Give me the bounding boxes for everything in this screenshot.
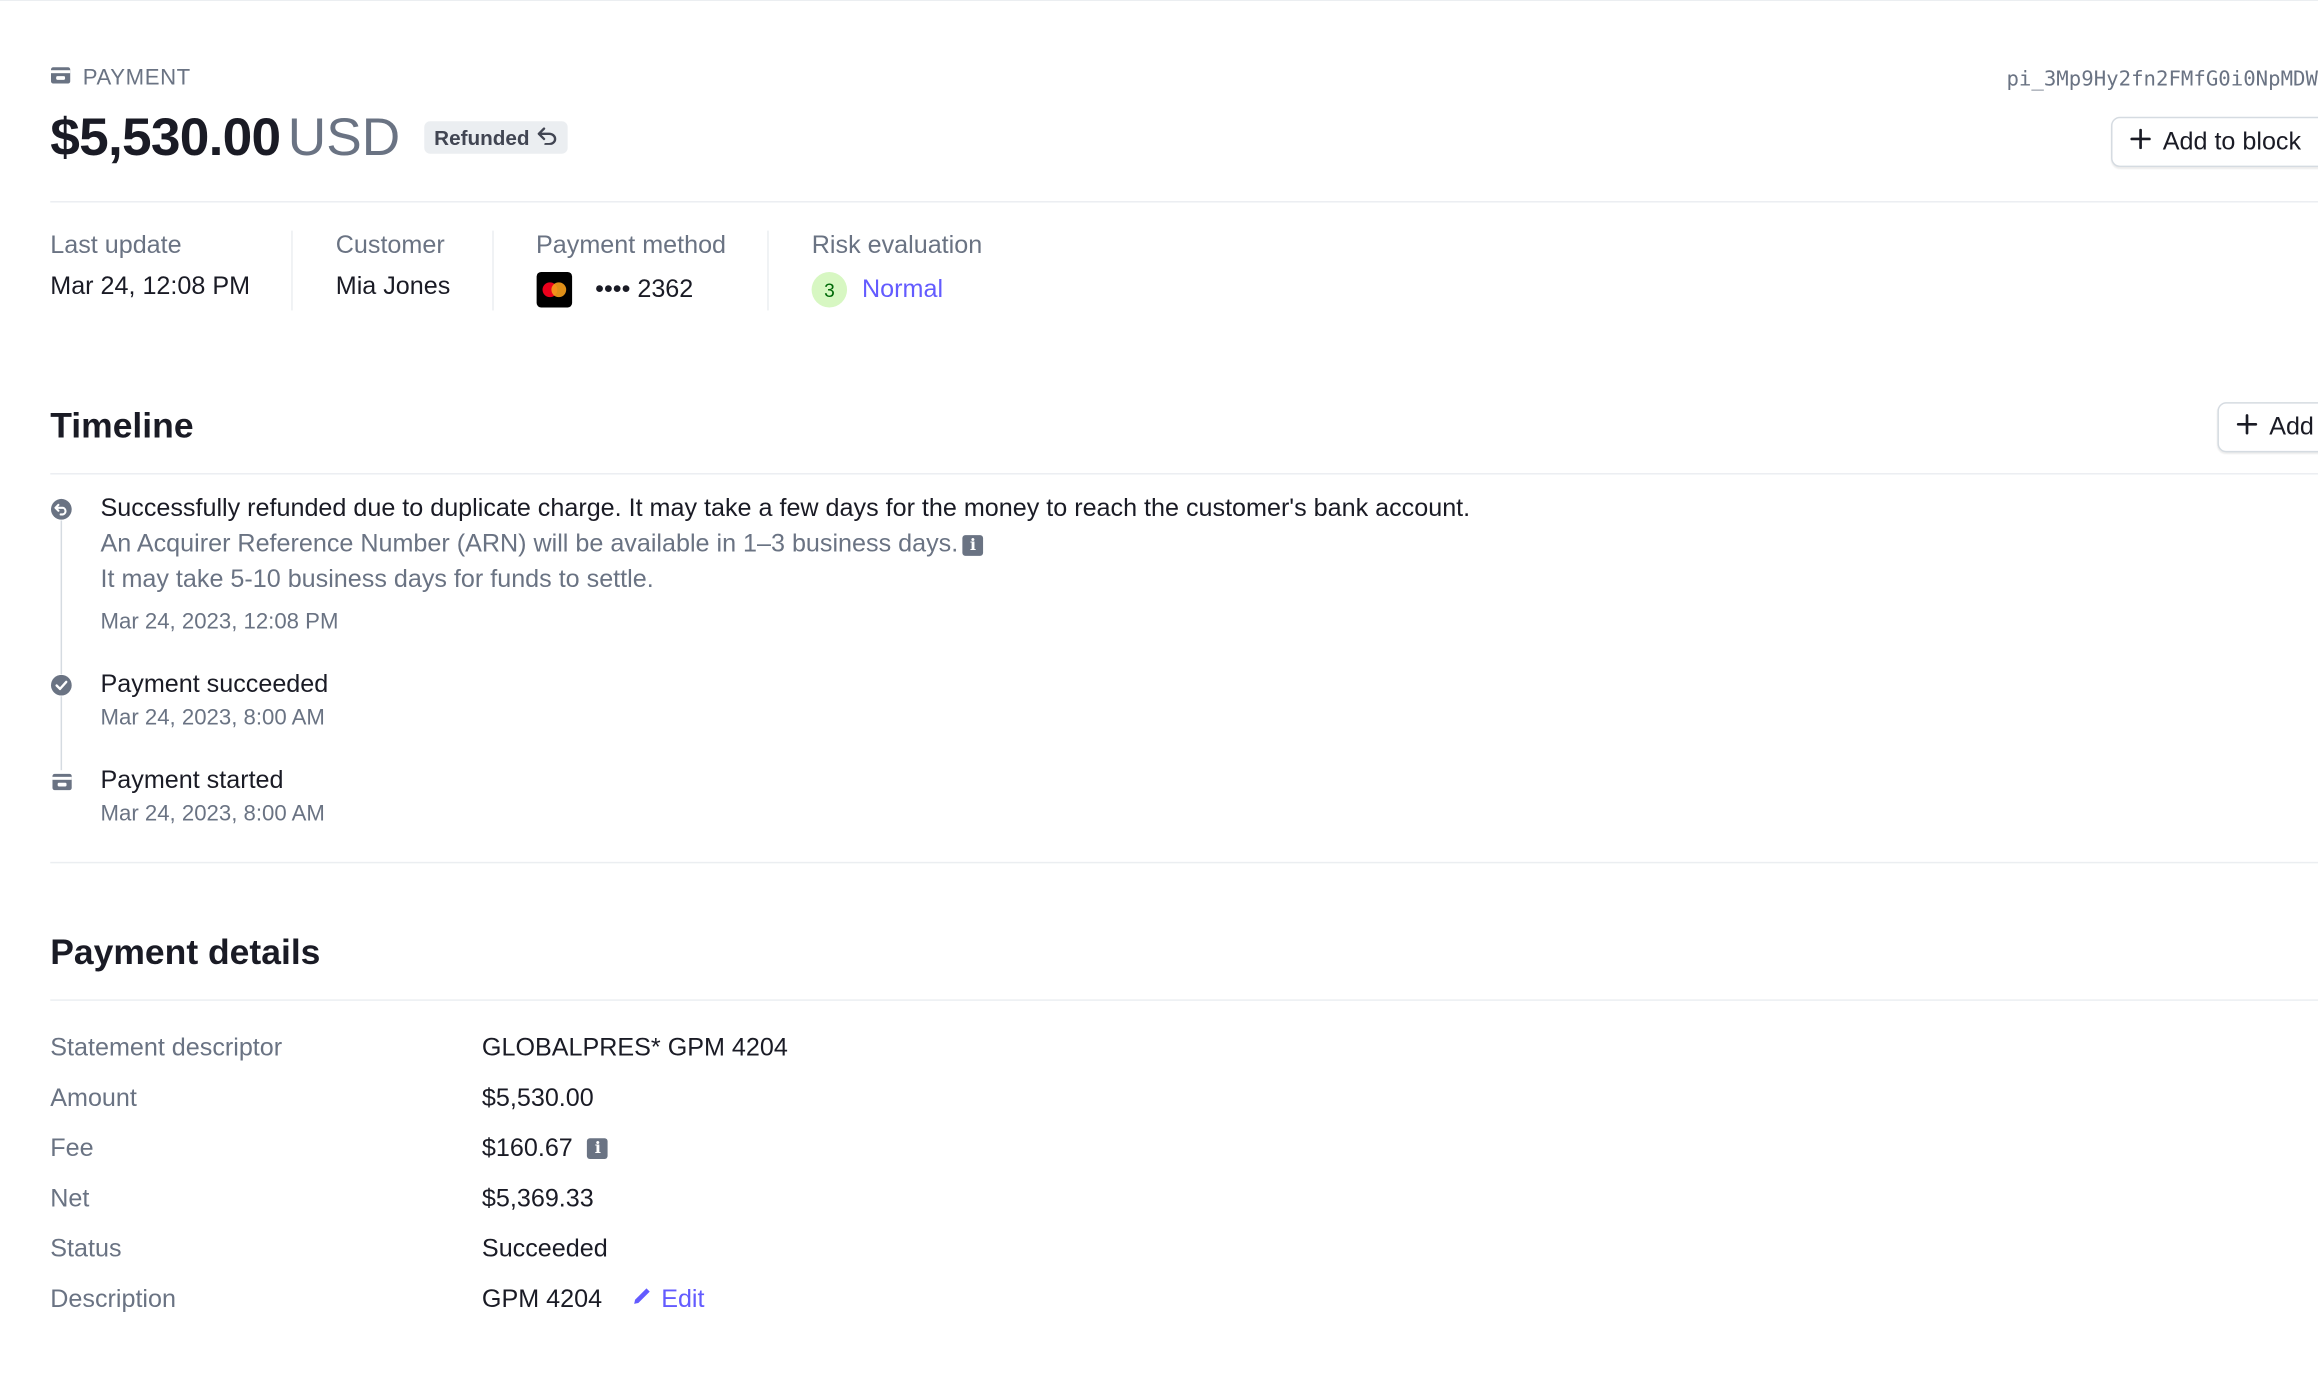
timeline-event-detail: It may take 5-10 business days for funds… (100, 564, 654, 593)
amount-label: Amount (50, 1083, 137, 1112)
info-icon[interactable]: i (587, 1138, 609, 1159)
description-label: Description (50, 1284, 176, 1313)
add-to-block-label: Add to block (2162, 127, 2302, 156)
pencil-icon (632, 1285, 654, 1315)
timeline-event-date: Mar 24, 2023, 8:00 AM (100, 705, 325, 731)
payment-page: PAYMENT pi_3Mp9Hy2fn2FMfG0i0NpMDW $5,530… (0, 0, 2318, 1394)
payment-content: PAYMENT pi_3Mp9Hy2fn2FMfG0i0NpMDW $5,530… (0, 0, 2318, 1387)
edit-label: Edit (661, 1284, 705, 1313)
status-badge-label: Refunded (434, 125, 530, 150)
header-divider (50, 201, 2318, 203)
refund-icon (50, 498, 73, 521)
timeline-connector (60, 520, 63, 781)
payment-summary: Last update Mar 24, 12:08 PM Customer Mi… (50, 230, 1066, 311)
edit-description-button[interactable]: Edit (632, 1285, 705, 1315)
last-update-value: Mar 24, 12:08 PM (50, 272, 251, 301)
timeline-event-detail: An Acquirer Reference Number (ARN) will … (101, 529, 984, 559)
description-row-value: GPM 4204 Edit (482, 1285, 705, 1315)
add-note-button[interactable]: Add (2217, 402, 2318, 453)
payment-method-value: •••• 2362 (536, 272, 726, 308)
net-label: Net (50, 1184, 90, 1213)
timeline-event-title: Payment started (100, 765, 284, 794)
timeline-end-divider (50, 861, 2318, 864)
customer-field: Customer Mia Jones (335, 230, 494, 311)
last-update-label: Last update (50, 230, 182, 259)
payment-icon (50, 65, 71, 90)
payment-kicker-label: PAYMENT (82, 65, 191, 91)
fee-row-value: $160.67 i (481, 1133, 609, 1164)
payment-method-field: Payment method •••• 2362 (536, 230, 769, 311)
add-note-label: Add (2269, 412, 2314, 441)
description-value: GPM 4204 (481, 1284, 603, 1313)
fee-value: $160.67 (481, 1133, 573, 1162)
payment-method-label: Payment method (536, 230, 727, 259)
status-label: Status (50, 1234, 122, 1263)
timeline-divider (50, 473, 2318, 475)
details-divider (50, 999, 2318, 1001)
timeline-event-title: Successfully refunded due to duplicate c… (100, 493, 1471, 522)
timeline-event-title: Payment succeeded (100, 669, 329, 698)
status-badge: Refunded (423, 121, 569, 154)
card-last4: •••• 2362 (595, 274, 694, 304)
payment-icon (50, 770, 73, 793)
risk-evaluation-label: Risk evaluation (811, 230, 983, 259)
timeline-title: Timeline (50, 406, 194, 447)
status-value: Succeeded (481, 1234, 608, 1263)
statement-descriptor-label: Statement descriptor (50, 1033, 283, 1062)
amount-value: $5,530.00 (481, 1083, 594, 1112)
mastercard-icon (536, 272, 572, 308)
payment-kicker: PAYMENT (50, 65, 191, 90)
risk-level-link[interactable]: Normal (862, 275, 943, 305)
arn-note: An Acquirer Reference Number (ARN) will … (100, 529, 959, 558)
payment-amount: $5,530.00 (50, 106, 281, 168)
risk-score-badge: 3 (811, 272, 848, 308)
add-to-block-button[interactable]: Add to block (2111, 116, 2318, 168)
info-icon[interactable]: i (962, 535, 984, 556)
customer-label: Customer (335, 230, 445, 259)
refund-arrow-icon (537, 126, 558, 150)
statement-descriptor-value: GLOBALPRES* GPM 4204 (481, 1033, 788, 1062)
timeline-event-date: Mar 24, 2023, 12:08 PM (100, 609, 339, 635)
risk-evaluation-value: 3 Normal (811, 272, 982, 308)
amount-row: $5,530.00 USD Refunded (50, 106, 569, 168)
plus-icon (2236, 412, 2258, 442)
payment-id[interactable]: pi_3Mp9Hy2fn2FMfG0i0NpMDW (2006, 68, 2318, 92)
net-value: $5,369.33 (481, 1184, 594, 1213)
fee-label: Fee (50, 1133, 94, 1162)
customer-link[interactable]: Mia Jones (336, 272, 451, 302)
plus-icon (2130, 127, 2151, 157)
payment-currency: USD (287, 106, 401, 168)
risk-evaluation-field: Risk evaluation 3 Normal (811, 230, 1024, 311)
payment-details-title: Payment details (50, 932, 321, 973)
last-update-field: Last update Mar 24, 12:08 PM (50, 230, 293, 311)
check-circle-icon (50, 674, 73, 697)
timeline-event-date: Mar 24, 2023, 8:00 AM (100, 801, 325, 827)
